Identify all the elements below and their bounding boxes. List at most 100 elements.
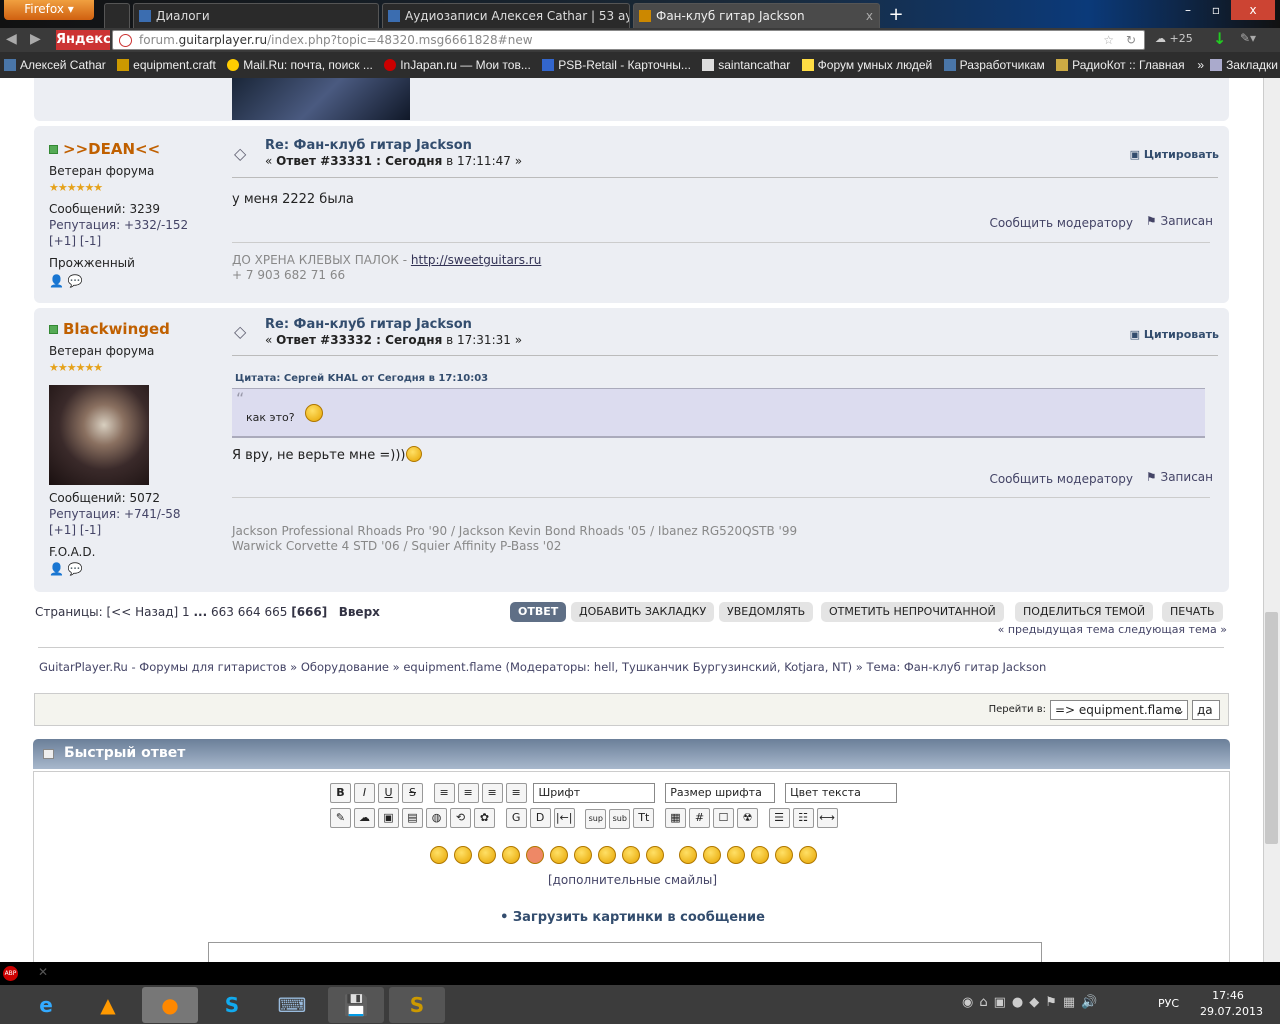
flash-button[interactable]: ✎: [330, 808, 351, 828]
adblock-icon[interactable]: ABP: [3, 966, 18, 981]
smiley-icon[interactable]: [526, 846, 544, 864]
aimp-icon[interactable]: ▲: [88, 987, 128, 1023]
smiley-icon[interactable]: [454, 846, 472, 864]
bookmark-button[interactable]: ДОБАВИТЬ ЗАКЛАДКУ: [571, 602, 715, 622]
back-button[interactable]: ◀: [6, 31, 17, 47]
teletype-button[interactable]: Tt: [633, 808, 655, 828]
floppy-icon[interactable]: 💾: [328, 987, 384, 1023]
smiley-icon[interactable]: [574, 846, 592, 864]
maximize-button[interactable]: ▫: [1203, 0, 1229, 20]
jump-select[interactable]: => equipment.flame ⌄: [1050, 700, 1188, 720]
upload-images-link[interactable]: • Загрузить картинки в сообщение: [34, 910, 1231, 925]
smiley-icon[interactable]: [550, 846, 568, 864]
more-smileys-link[interactable]: [дополнительные смайлы]: [34, 873, 1231, 887]
email-button[interactable]: ✿: [474, 808, 495, 828]
smiley-icon[interactable]: [679, 846, 697, 864]
list-button[interactable]: ☰: [768, 808, 790, 828]
tray-icons[interactable]: ◉⌂▣●◆⚑▦🔊: [962, 995, 1103, 1010]
ftp-button[interactable]: ⟲: [450, 808, 471, 828]
signature-link[interactable]: http://sweetguitars.ru: [411, 253, 541, 267]
clock[interactable]: 17:46 29.07.2013: [1200, 989, 1263, 1018]
firefox-icon[interactable]: ●: [142, 987, 198, 1023]
image-button[interactable]: ▤: [402, 808, 423, 828]
print-button[interactable]: ПЕЧАТЬ: [1162, 602, 1223, 622]
yandex-logo[interactable]: Яндекс: [56, 30, 111, 50]
align-right-button[interactable]: ≡: [457, 783, 479, 803]
keyboard-icon[interactable]: ⌨: [272, 987, 312, 1023]
rep-minus-link[interactable]: [-1]: [80, 523, 101, 537]
post-title[interactable]: Re: Фан-клуб гитар Jackson: [265, 317, 472, 332]
report-link[interactable]: Сообщить модератору: [989, 472, 1133, 486]
tab-dialogs[interactable]: Диалоги: [133, 3, 379, 28]
bookmark-item[interactable]: saintancathar: [702, 52, 790, 78]
share-topic-button[interactable]: ПОДЕЛИТЬСЯ ТЕМОЙ: [1015, 602, 1154, 622]
bookmark-item[interactable]: equipment.craft: [117, 52, 216, 78]
profile-icon[interactable]: 👤: [49, 274, 64, 288]
page-link[interactable]: 664: [238, 605, 261, 619]
ie-icon[interactable]: e: [26, 987, 66, 1023]
superscript-button[interactable]: sup: [585, 809, 607, 829]
tab-audio[interactable]: Аудиозаписи Алексея Cathar | 53 ау...: [382, 3, 630, 28]
bookmark-item[interactable]: Форум умных людей: [801, 52, 932, 78]
smiley-icon[interactable]: [703, 846, 721, 864]
align-left-button[interactable]: ≡: [433, 783, 455, 803]
tab-jackson[interactable]: Фан-клуб гитар Jackson x: [633, 3, 880, 28]
url-input[interactable]: forum.guitarplayer.ru/index.php?topic=48…: [112, 30, 1145, 50]
google-button[interactable]: G: [505, 808, 527, 828]
new-tab-button[interactable]: +: [884, 4, 908, 26]
media-button[interactable]: ▣: [378, 808, 399, 828]
top-link[interactable]: Вверх: [339, 605, 380, 619]
page-link[interactable]: 663: [211, 605, 234, 619]
ordered-list-button[interactable]: ☷: [792, 808, 814, 828]
smiley-icon[interactable]: [775, 846, 793, 864]
prev-page-link[interactable]: [<< Назад]: [106, 605, 178, 619]
prev-topic-link[interactable]: « предыдущая тема: [998, 623, 1115, 636]
bookmark-item[interactable]: Алексей Cathar: [4, 52, 106, 78]
subscript-button[interactable]: sub: [609, 809, 631, 829]
collapse-icon[interactable]: [43, 749, 54, 759]
font-select[interactable]: Шрифт: [533, 783, 656, 803]
weather-widget[interactable]: ☁ +25: [1155, 32, 1193, 45]
quote-button[interactable]: ▣ Цитировать: [1130, 328, 1219, 341]
breadcrumb[interactable]: GuitarPlayer.Ru - Форумы для гитаристов …: [39, 660, 1046, 674]
bookmark-item[interactable]: Mail.Ru: почта, поиск ...: [227, 52, 373, 78]
skype-icon[interactable]: S: [212, 987, 252, 1023]
smiley-icon[interactable]: [799, 846, 817, 864]
smiley-icon[interactable]: [622, 846, 640, 864]
underline-button[interactable]: U: [378, 783, 399, 803]
bookmark-item[interactable]: InJapan.ru — Мои тов...: [384, 52, 531, 78]
author-name[interactable]: Blackwinged: [49, 320, 170, 338]
smiley-icon[interactable]: [646, 846, 664, 864]
smiley-icon[interactable]: [478, 846, 496, 864]
close-addon-icon[interactable]: ✕: [38, 965, 48, 979]
quote-insert-button[interactable]: ☐: [712, 808, 734, 828]
link-button[interactable]: ◍: [426, 808, 447, 828]
rep-minus-link[interactable]: [-1]: [80, 234, 101, 248]
italic-button[interactable]: I: [354, 783, 375, 803]
bookmarks-overflow[interactable]: »: [1197, 58, 1204, 72]
pinned-tab[interactable]: [104, 3, 130, 28]
minimize-button[interactable]: –: [1175, 0, 1201, 20]
bold-button[interactable]: B: [330, 783, 351, 803]
pre-button[interactable]: |←|: [553, 808, 575, 828]
quote-button[interactable]: ▣ Цитировать: [1130, 148, 1219, 161]
download-icon[interactable]: ↓: [1213, 29, 1226, 48]
d-button[interactable]: D: [529, 808, 551, 828]
reply-button[interactable]: ОТВЕТ: [510, 602, 567, 622]
reload-icon[interactable]: ↻: [1126, 31, 1136, 49]
pm-icon[interactable]: 💬: [68, 562, 83, 576]
post-title[interactable]: Re: Фан-клуб гитар Jackson: [265, 138, 472, 153]
notify-button[interactable]: УВЕДОМЛЯТЬ: [719, 602, 814, 622]
code-button[interactable]: #: [688, 808, 710, 828]
align-center-button[interactable]: ≡: [481, 783, 503, 803]
quick-reply-header[interactable]: Быстрый ответ: [33, 739, 1230, 769]
next-topic-link[interactable]: следующая тема »: [1118, 623, 1227, 636]
rep-plus-link[interactable]: [+1]: [49, 523, 76, 537]
close-window-button[interactable]: x: [1231, 0, 1275, 20]
profile-icon[interactable]: 👤: [49, 562, 64, 576]
spoiler-button[interactable]: ☢: [736, 808, 758, 828]
firefox-menu-button[interactable]: Firefox ▾: [4, 0, 94, 20]
message-textarea[interactable]: [208, 942, 1042, 962]
text-color-select[interactable]: Цвет текста: [785, 783, 898, 803]
page-link[interactable]: 665: [264, 605, 287, 619]
